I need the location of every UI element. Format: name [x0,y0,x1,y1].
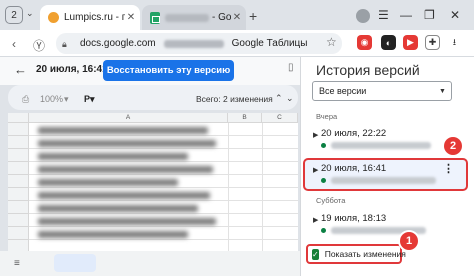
address-bar[interactable]: 🔒︎ docs.google.com Google Таблицы [56,33,342,54]
filter-chevron-icon[interactable]: ▼ [439,88,446,95]
close-window-icon[interactable]: ✕ [450,8,460,22]
sheet-tabs-bar [0,251,300,276]
lock-icon: 🔒︎ [62,38,67,49]
row-header[interactable] [8,227,29,240]
row-header[interactable] [8,214,29,227]
column-header-c[interactable]: C [262,113,298,123]
column-divider [228,123,229,251]
tab-list-chevron-icon[interactable]: ⌄ [26,8,34,19]
new-tab-button[interactable]: + [249,8,257,24]
column-header-a[interactable]: A [29,113,228,123]
more-actions-icon[interactable]: ⋮ [443,162,454,175]
editor-color-dot [321,143,326,148]
blurred-cell-content [38,125,223,247]
step-badge-2: 2 [444,137,462,155]
active-sheet-tab[interactable] [54,254,96,272]
url-domain: docs.google.com [80,38,156,49]
version-entry-1[interactable]: 20 июля, 22:22 [321,128,386,139]
expand-triangle-icon[interactable]: ▶ [313,166,318,174]
row-header[interactable] [8,201,29,214]
version-entry-3[interactable]: 19 июля, 18:13 [321,213,386,224]
changes-count: Всего: 2 изменения [196,94,273,104]
tab-count-button[interactable]: 2 [5,6,23,24]
tab-close-icon[interactable]: ✕ [231,12,243,23]
maximize-icon[interactable]: ❐ [424,8,435,22]
minimize-icon[interactable]: — [400,8,412,22]
tab-lumpics[interactable]: Lumpics.ru - помощь с ✕ [40,5,140,30]
version-entry-2[interactable]: 20 июля, 16:41 [321,163,386,174]
bookmarks-icon[interactable]: ☰ [378,8,389,22]
zoom-chevron-icon[interactable]: ▾ [64,94,69,105]
row-header[interactable] [8,162,29,175]
tab-close-icon[interactable]: ✕ [125,12,137,23]
checkbox-checked-icon[interactable]: ✓ [312,248,319,260]
next-change-icon[interactable]: ⌄ [286,93,294,104]
show-changes-label: Показать изменения [324,249,406,259]
column-divider [262,123,263,251]
show-changes-toggle[interactable]: ✓ Показать изменения [306,244,406,264]
collapse-panel-icon[interactable]: ▯ [288,62,294,73]
row-header[interactable] [8,188,29,201]
all-sheets-icon[interactable]: ≡ [14,258,20,269]
url-page-title: Google Таблицы [231,38,308,49]
lumpics-favicon-icon [48,12,59,23]
extension-dark-icon[interactable]: ◐ [381,35,396,50]
sheets-favicon-icon [150,11,160,24]
version-history-title: История версий [316,62,420,78]
editor-color-dot [321,228,326,233]
editor-color-dot [321,178,326,183]
row-header[interactable] [8,149,29,162]
blurred-editor-name [331,177,436,184]
print-icon[interactable]: ⎙ [22,94,29,105]
extension-video-icon[interactable]: ▶ [403,35,418,50]
spreadsheet-grid[interactable]: A B C [8,113,298,251]
row-header[interactable] [8,175,29,188]
group-label-yesterday: Вчера [316,112,338,121]
bookmark-star-icon[interactable]: ☆ [326,35,337,49]
version-title: 20 июля, 16:41 [36,64,108,75]
paint-format-icon[interactable]: P▾ [84,94,95,105]
version-filter-select[interactable]: Все версии [312,81,452,101]
extension-red-icon[interactable]: ◉ [357,35,372,50]
tab-title-suffix: - Goo [212,12,231,23]
blurred-tab-title [165,13,209,22]
tab-google-sheets[interactable]: - Goo ✕ [142,5,246,30]
tab-title: Lumpics.ru - помощь с [64,12,125,23]
step-badge-1: 1 [400,232,418,250]
group-label-saturday: Суббота [316,196,346,205]
previous-change-icon[interactable]: ⌃ [275,93,283,104]
row-header[interactable] [8,123,29,136]
restore-version-button[interactable]: Восстановить эту версию [103,60,234,81]
download-icon[interactable]: ⭳ [447,35,462,50]
back-arrow-icon[interactable]: ← [14,62,27,77]
expand-triangle-icon[interactable]: ▶ [313,131,318,139]
blurred-url-part [163,39,224,48]
column-header-b[interactable]: B [228,113,262,123]
row-header[interactable] [8,136,29,149]
zoom-select[interactable]: 100% [40,94,63,104]
expand-triangle-icon[interactable]: ▶ [313,216,318,224]
extension-puzzle-icon[interactable]: ✚ [425,35,440,50]
corner-cell[interactable] [8,113,29,123]
yandex-icon[interactable]: Ⓨ [33,37,45,54]
back-icon[interactable]: ‹ [12,37,16,51]
blurred-editor-name [331,142,431,149]
profile-avatar[interactable] [356,9,370,23]
row-header[interactable] [8,240,29,251]
